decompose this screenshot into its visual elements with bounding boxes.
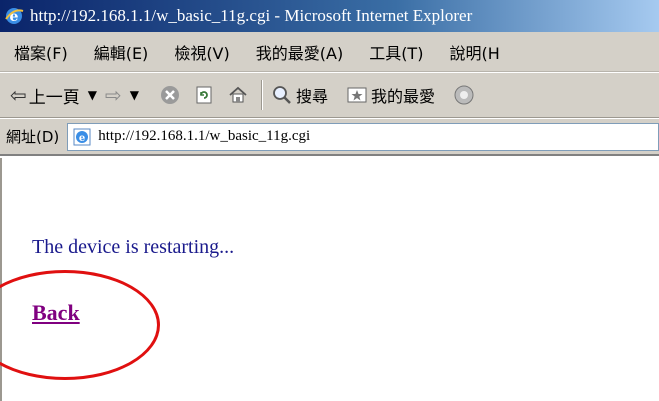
address-bar: 網址(D) e http://192.168.1.1/w_basic_11g.c…: [0, 118, 659, 156]
toolbar: ⇦ 上一頁 ▼ ⇨ ▼ 搜尋 我的最愛: [0, 72, 659, 118]
menu-file[interactable]: 檔案(F): [14, 40, 68, 64]
menu-bar: 檔案(F) 編輯(E) 檢視(V) 我的最愛(A) 工具(T) 說明(H: [0, 32, 659, 72]
title-bar[interactable]: e http://192.168.1.1/w_basic_11g.cgi - M…: [0, 0, 659, 32]
page-icon: e: [73, 128, 91, 145]
svg-text:e: e: [79, 133, 85, 144]
menu-favorites[interactable]: 我的最愛(A): [256, 40, 343, 64]
menu-help[interactable]: 說明(H: [449, 40, 499, 64]
favorites-button-label: 我的最愛: [371, 87, 436, 106]
address-url: http://192.168.1.1/w_basic_11g.cgi: [98, 128, 311, 144]
menu-view[interactable]: 檢視(V): [174, 40, 229, 64]
home-icon[interactable]: [227, 84, 249, 106]
address-input[interactable]: e http://192.168.1.1/w_basic_11g.cgi: [67, 122, 659, 151]
internet-explorer-icon: e: [5, 8, 24, 25]
toolbar-separator: [261, 80, 263, 110]
back-button-label: 上一頁: [28, 87, 80, 108]
browser-window: e http://192.168.1.1/w_basic_11g.cgi - M…: [0, 0, 659, 401]
forward-dropdown-icon[interactable]: ▼: [130, 88, 139, 102]
page-content: The device is restarting... Back: [0, 158, 659, 401]
favorites-star-icon: [347, 87, 367, 103]
menu-edit[interactable]: 編輯(E): [94, 40, 149, 64]
back-link[interactable]: Back: [32, 300, 80, 326]
address-label: 網址(D): [6, 128, 60, 146]
stop-icon[interactable]: [159, 84, 181, 106]
menu-tools[interactable]: 工具(T): [369, 40, 423, 64]
search-button[interactable]: 搜尋: [271, 83, 328, 107]
back-arrow-icon: ⇦: [10, 83, 27, 107]
media-icon[interactable]: [453, 84, 475, 106]
status-message: The device is restarting...: [32, 236, 235, 258]
back-dropdown-icon[interactable]: ▼: [88, 88, 97, 102]
forward-button-icon[interactable]: ⇨: [105, 83, 122, 107]
refresh-icon[interactable]: [193, 84, 215, 106]
window-title: http://192.168.1.1/w_basic_11g.cgi - Mic…: [30, 6, 473, 25]
search-button-label: 搜尋: [296, 87, 329, 106]
back-button[interactable]: ⇦ 上一頁: [10, 83, 80, 108]
search-icon: [273, 86, 291, 104]
favorites-button[interactable]: 我的最愛: [346, 83, 435, 107]
